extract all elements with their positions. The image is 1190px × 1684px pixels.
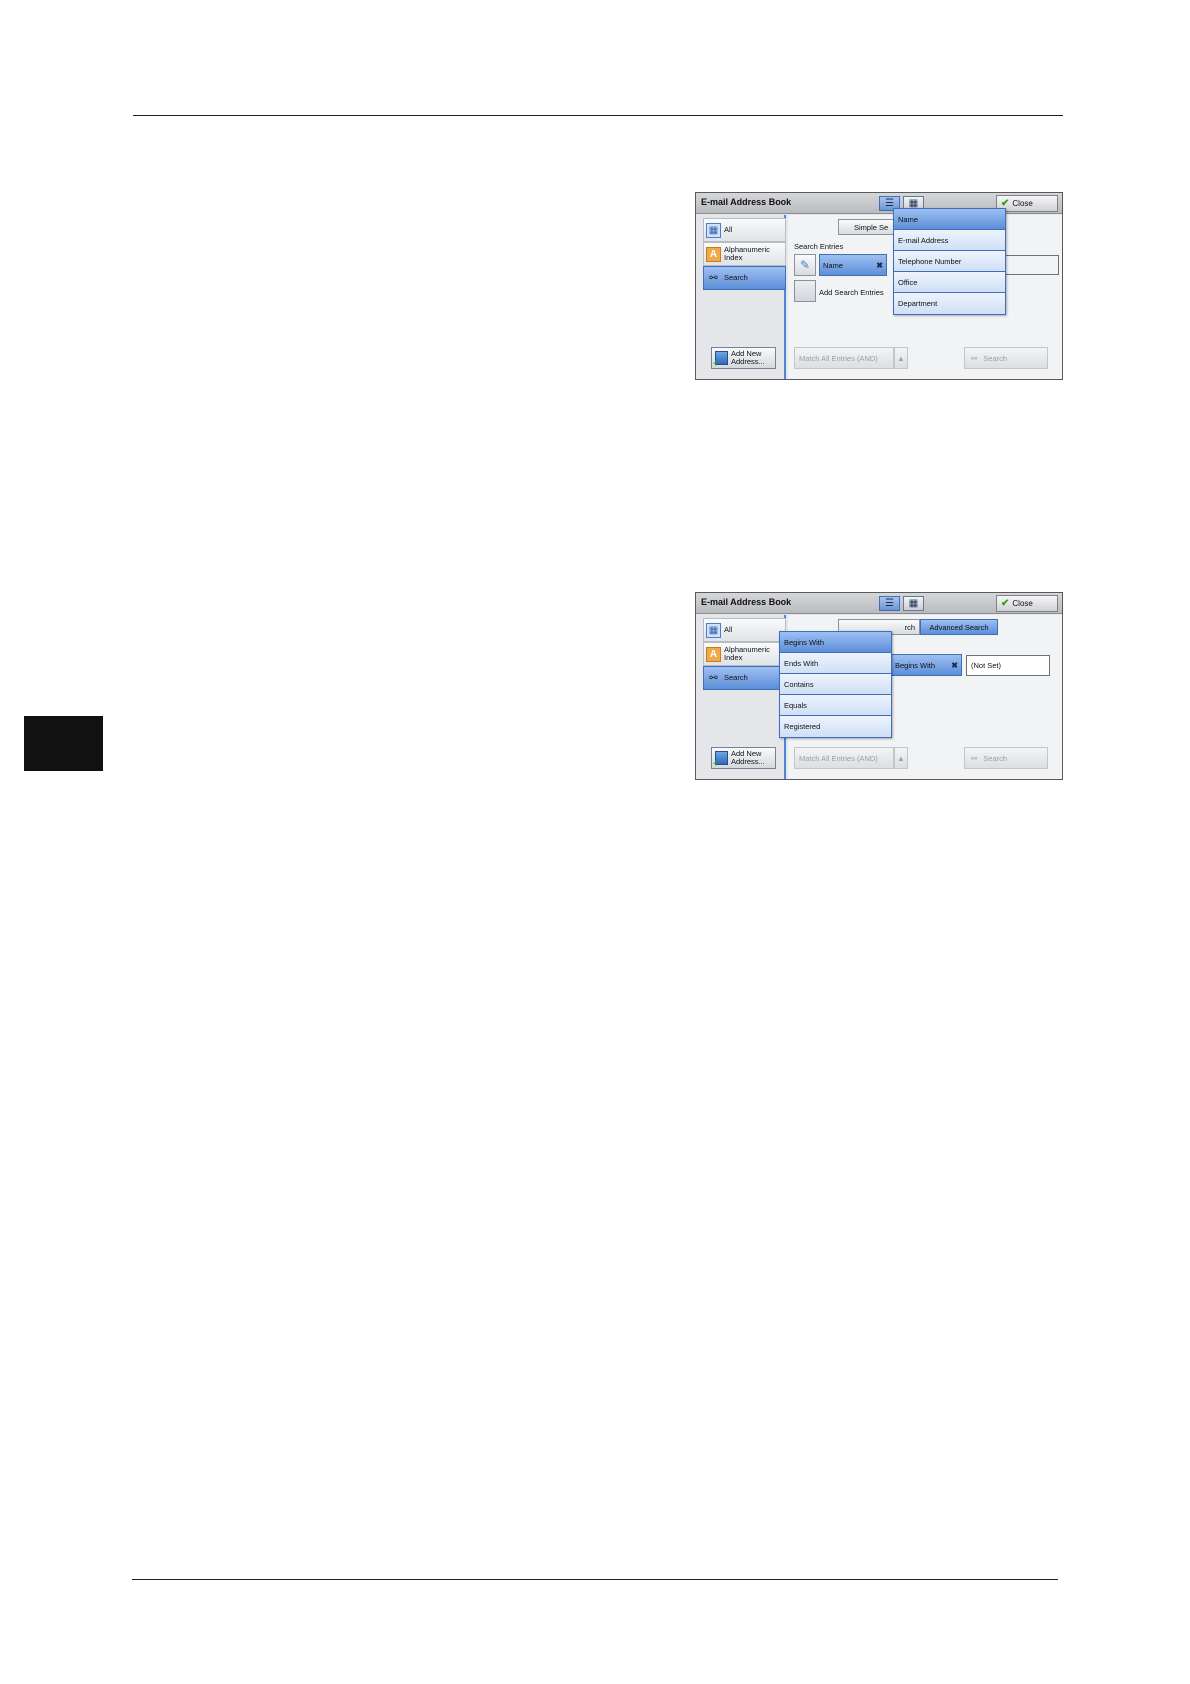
match-label: Match All Entries (AND): [799, 353, 878, 363]
address-book-panel-condition: E-mail Address Book ☰ ▦ ✔ Close ▦ All A …: [695, 592, 1063, 780]
binoculars-icon: ⚯: [971, 753, 978, 763]
chapter-tab: [24, 716, 103, 771]
close-label: Close: [1012, 599, 1033, 608]
field-dropdown-menu: Name E-mail Address Telephone Number Off…: [893, 208, 1006, 315]
triangle-up-icon: ▲: [897, 353, 905, 363]
add-address-icon: [713, 351, 728, 367]
field-select-button[interactable]: Name ✖: [819, 254, 887, 276]
dropdown-marker-icon: ✖: [876, 260, 883, 270]
condition-dropdown-menu: Begins With Ends With Contains Equals Re…: [779, 631, 892, 738]
nav-item-label: Index: [724, 253, 743, 262]
triangle-up-icon: ▲: [897, 753, 905, 763]
grid-icon: ▦: [706, 222, 721, 238]
pencil-icon: ✎: [799, 258, 811, 272]
edit-entry-button[interactable]: ✎: [794, 254, 816, 276]
dropdown-item-equals[interactable]: Equals: [780, 695, 891, 716]
match-condition-arrow[interactable]: ▲: [894, 347, 908, 369]
advanced-search-tab[interactable]: Advanced Search: [920, 619, 998, 635]
nav-item-search[interactable]: ⚯ Search: [703, 666, 786, 690]
check-icon: ✔: [1001, 598, 1010, 609]
header-rule: [133, 115, 1063, 116]
add-new-address-button[interactable]: Add NewAddress...: [711, 747, 776, 769]
footer-rule: [132, 1579, 1058, 1580]
nav-item-label: Search: [724, 273, 748, 282]
add-search-entries-checkbox[interactable]: [794, 280, 816, 302]
grid-icon: ▦: [706, 622, 721, 638]
left-navigation: ▦ All A AlphanumericIndex ⚯ Search Add N…: [696, 215, 786, 379]
letter-a-icon: A: [706, 646, 721, 662]
nav-item-label: All: [724, 225, 733, 234]
nav-item-search[interactable]: ⚯ Search: [703, 266, 786, 290]
search-button-label: Search: [983, 753, 1008, 763]
grid-view-button[interactable]: ▦: [903, 596, 924, 611]
title-bar: E-mail Address Book ☰ ▦ ✔ Close: [696, 193, 1062, 214]
dropdown-item-name[interactable]: Name: [894, 209, 1005, 230]
nav-item-alphanumeric-index[interactable]: A Alphanumeric Index: [703, 242, 786, 266]
simple-search-label: Simple Se: [854, 222, 889, 232]
list-view-button[interactable]: ☰: [879, 596, 900, 611]
binoculars-icon: ⚯: [709, 672, 718, 684]
dropdown-item-registered[interactable]: Registered: [780, 716, 891, 737]
close-label: Close: [1012, 199, 1033, 208]
dropdown-item-department[interactable]: Department: [894, 293, 1005, 314]
add-search-entries-label: Add Search Entries: [819, 288, 884, 297]
grid-view-icon: ▦: [908, 597, 919, 609]
search-button[interactable]: ⚯ Search: [964, 347, 1048, 369]
field-label: Name: [823, 260, 844, 270]
dropdown-marker-icon: ✖: [951, 660, 958, 670]
nav-item-all[interactable]: ▦ All: [703, 218, 786, 242]
nav-item-label: Search: [724, 673, 748, 682]
address-book-panel-name-field: E-mail Address Book ☰ ▦ ✔ Close ▦ All A …: [695, 192, 1063, 380]
nav-item-alphanumeric-index[interactable]: A Alphanumeric Index: [703, 642, 786, 666]
dropdown-item-email-address[interactable]: E-mail Address: [894, 230, 1005, 251]
letter-a-icon: A: [706, 246, 721, 262]
dropdown-item-office[interactable]: Office: [894, 272, 1005, 293]
search-entries-label: Search Entries: [794, 242, 844, 251]
condition-label: Begins With: [895, 660, 936, 670]
nav-item-label: Index: [724, 653, 743, 662]
left-navigation: ▦ All A AlphanumericIndex ⚯ Search Add N…: [696, 615, 786, 779]
add-label: Address...: [731, 757, 765, 766]
grid-view-icon: ▦: [908, 197, 919, 209]
binoculars-icon: ⚯: [971, 353, 978, 363]
list-view-icon: ☰: [885, 197, 894, 209]
close-button[interactable]: ✔ Close: [996, 595, 1058, 612]
nav-item-label: All: [724, 625, 733, 634]
panel-title: E-mail Address Book: [701, 197, 792, 207]
list-view-icon: ☰: [885, 597, 894, 609]
dropdown-item-ends-with[interactable]: Ends With: [780, 653, 891, 674]
condition-select-button[interactable]: Begins With ✖: [891, 654, 962, 676]
match-label: Match All Entries (AND): [799, 753, 878, 763]
match-condition-arrow[interactable]: ▲: [894, 747, 908, 769]
search-button-label: Search: [983, 353, 1008, 363]
match-condition-select[interactable]: Match All Entries (AND): [794, 347, 894, 369]
search-button[interactable]: ⚯ Search: [964, 747, 1048, 769]
add-address-icon: [713, 751, 728, 767]
dropdown-item-contains[interactable]: Contains: [780, 674, 891, 695]
simple-search-label: rch: [904, 622, 915, 632]
dropdown-item-telephone-number[interactable]: Telephone Number: [894, 251, 1005, 272]
search-value-input[interactable]: (Not Set): [966, 655, 1050, 676]
advanced-search-label: Advanced Search: [929, 622, 989, 632]
title-bar: E-mail Address Book ☰ ▦ ✔ Close: [696, 593, 1062, 614]
nav-item-all[interactable]: ▦ All: [703, 618, 786, 642]
add-new-address-button[interactable]: Add NewAddress...: [711, 347, 776, 369]
search-value-text: (Not Set): [971, 661, 1002, 670]
panel-title: E-mail Address Book: [701, 597, 792, 607]
match-condition-select[interactable]: Match All Entries (AND): [794, 747, 894, 769]
binoculars-icon: ⚯: [709, 272, 718, 284]
dropdown-item-begins-with[interactable]: Begins With: [780, 632, 891, 653]
add-label: Address...: [731, 357, 765, 366]
